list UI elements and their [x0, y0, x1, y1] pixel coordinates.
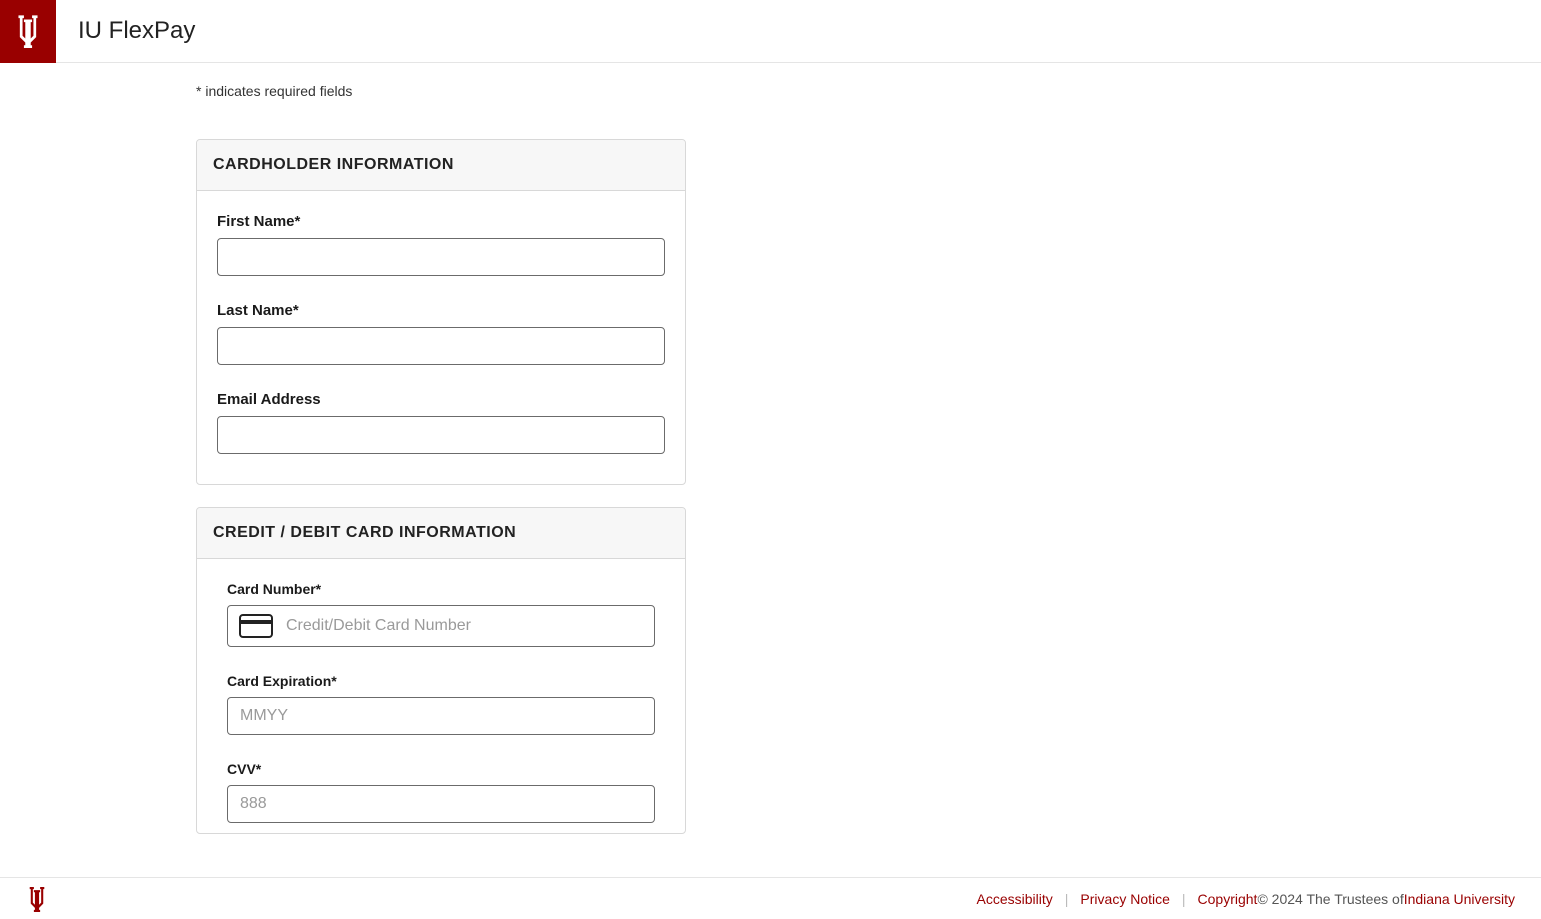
card-expiration-label: Card Expiration*: [227, 673, 655, 689]
card-expiration-input[interactable]: [227, 697, 655, 735]
privacy-link[interactable]: Privacy Notice: [1080, 891, 1169, 907]
first-name-label: First Name*: [217, 213, 665, 230]
app-footer: Accessibility | Privacy Notice | Copyrig…: [0, 877, 1541, 919]
first-name-field: First Name*: [217, 213, 665, 276]
last-name-label: Last Name*: [217, 302, 665, 319]
app-title: IU FlexPay: [78, 17, 195, 45]
cvv-field: CVV*: [227, 761, 655, 823]
card-expiration-field: Card Expiration*: [227, 673, 655, 735]
cardholder-panel-body: First Name* Last Name* Email Address: [197, 191, 685, 484]
last-name-input[interactable]: [217, 327, 665, 365]
card-number-label: Card Number*: [227, 581, 655, 597]
card-panel: CREDIT / DEBIT CARD INFORMATION Card Num…: [196, 507, 686, 834]
card-panel-body: Card Number* Card Expiration*: [197, 559, 685, 833]
cardholder-panel-title: CARDHOLDER INFORMATION: [197, 140, 685, 191]
credit-card-icon: [239, 614, 273, 638]
footer-separator: |: [1182, 891, 1186, 907]
first-name-input[interactable]: [217, 238, 665, 276]
email-input[interactable]: [217, 416, 665, 454]
accessibility-link[interactable]: Accessibility: [977, 891, 1053, 907]
cvv-input[interactable]: [227, 785, 655, 823]
footer-separator: |: [1065, 891, 1069, 907]
card-number-input[interactable]: [227, 605, 655, 647]
card-number-field: Card Number*: [227, 581, 655, 647]
iu-trident-icon: [14, 14, 42, 48]
card-number-wrap: [227, 605, 655, 647]
form-content: * indicates required fields CARDHOLDER I…: [0, 63, 1541, 877]
cvv-label: CVV*: [227, 761, 655, 777]
email-label: Email Address: [217, 391, 665, 408]
main-scroll[interactable]: * indicates required fields CARDHOLDER I…: [0, 63, 1541, 877]
email-field: Email Address: [217, 391, 665, 454]
copyright-link[interactable]: Copyright: [1198, 891, 1258, 907]
card-panel-title: CREDIT / DEBIT CARD INFORMATION: [197, 508, 685, 559]
iu-logo: [0, 0, 56, 63]
copyright-text: © 2024 The Trustees of: [1257, 891, 1403, 907]
iu-link[interactable]: Indiana University: [1404, 891, 1515, 907]
cardholder-panel: CARDHOLDER INFORMATION First Name* Last …: [196, 139, 686, 485]
app-header: IU FlexPay: [0, 0, 1541, 63]
footer-iu-logo: [26, 886, 48, 912]
last-name-field: Last Name*: [217, 302, 665, 365]
required-fields-note: * indicates required fields: [196, 83, 1541, 99]
iu-trident-icon: [26, 886, 48, 912]
